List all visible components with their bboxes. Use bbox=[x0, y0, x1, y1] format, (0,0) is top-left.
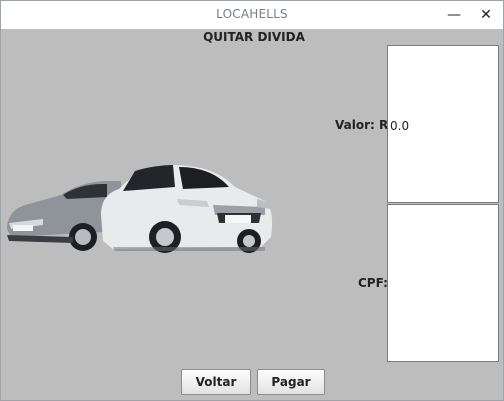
content-panel: QUITAR DIVIDA Valor: R$ 0.0 CPF: Voltar … bbox=[1, 29, 503, 400]
page-title: QUITAR DIVIDA bbox=[203, 30, 305, 44]
minimize-icon: — bbox=[447, 7, 461, 23]
app-window: LOCAHELLS — ✕ QUITAR DIVIDA Valor: R$ 0.… bbox=[0, 0, 504, 401]
valor-field[interactable]: 0.0 bbox=[387, 45, 499, 203]
valor-value: 0.0 bbox=[390, 119, 410, 133]
minimize-button[interactable]: — bbox=[439, 1, 469, 29]
title-bar[interactable]: LOCAHELLS — ✕ bbox=[1, 1, 503, 29]
close-button[interactable]: ✕ bbox=[471, 1, 501, 29]
pagar-button[interactable]: Pagar bbox=[257, 369, 325, 395]
voltar-button[interactable]: Voltar bbox=[181, 369, 251, 395]
cars-image bbox=[7, 165, 273, 253]
cpf-field[interactable] bbox=[387, 204, 499, 362]
cpf-label: CPF: bbox=[358, 276, 388, 290]
close-icon: ✕ bbox=[480, 7, 492, 23]
window-title: LOCAHELLS bbox=[216, 7, 288, 21]
front-car-shape bbox=[101, 165, 273, 253]
